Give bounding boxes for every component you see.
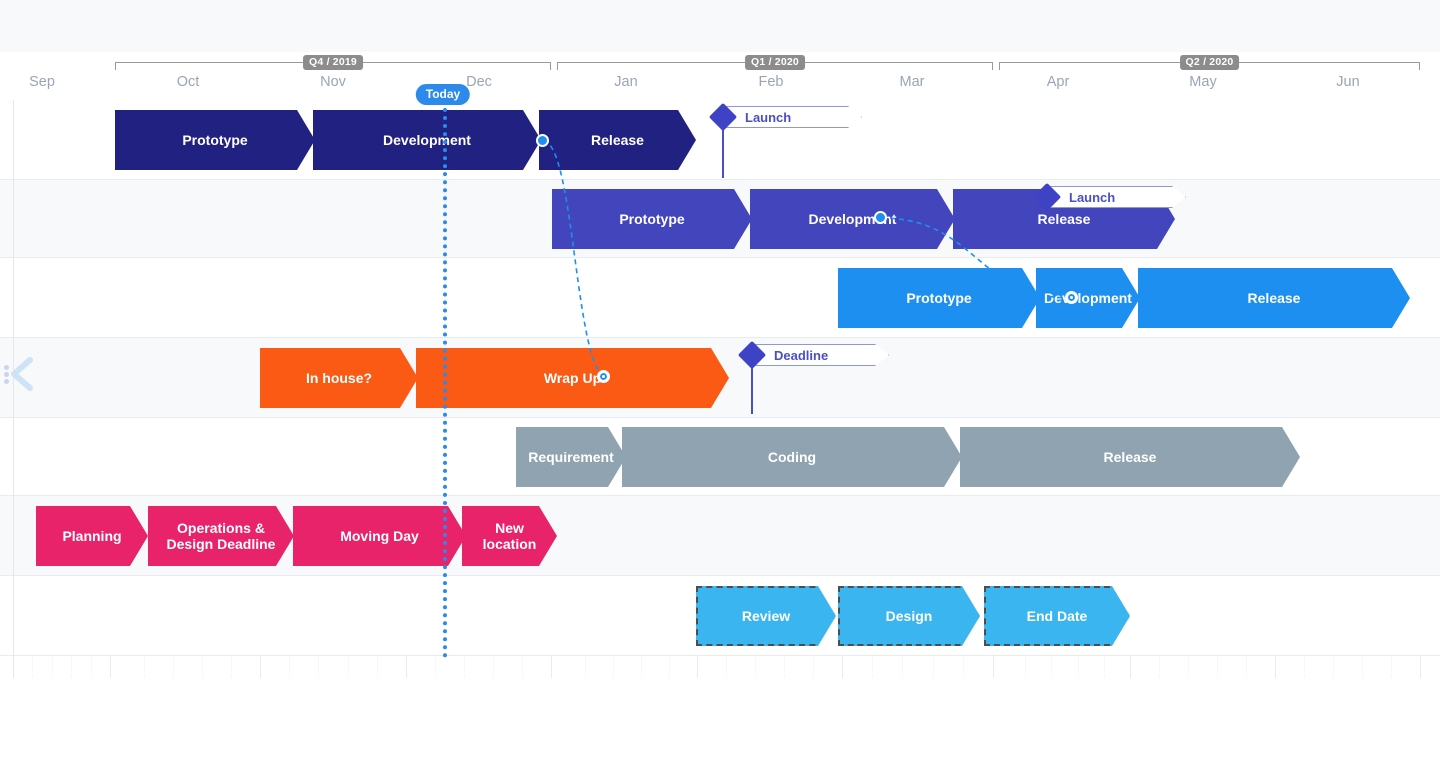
month-label-mar[interactable]: Mar — [900, 74, 925, 90]
gantt-task-bar[interactable]: Wrap Up — [416, 348, 729, 408]
month-label-may[interactable]: May — [1189, 74, 1216, 90]
milestone-flag[interactable]: Launch — [1046, 186, 1186, 208]
gantt-task-label: Wrap Up — [543, 369, 602, 386]
gantt-task-label: Prototype — [619, 210, 685, 227]
milestone-flag[interactable]: Launch — [722, 106, 862, 128]
today-marker-pill[interactable]: Today — [415, 84, 471, 105]
gantt-task-bar[interactable]: Development — [750, 189, 955, 249]
gantt-task-bar[interactable]: Prototype — [115, 110, 315, 170]
top-toolbar-strip — [0, 0, 1440, 53]
quarter-label: Q1 / 2020 — [745, 55, 805, 70]
gantt-task-bar[interactable]: Coding — [622, 427, 962, 487]
month-label-feb[interactable]: Feb — [759, 74, 784, 90]
gantt-task-label: Release — [591, 131, 644, 148]
gantt-task-label: Development — [1044, 289, 1132, 306]
drag-handle-icon[interactable] — [4, 365, 9, 384]
gantt-task-label: Operations & Design Deadline — [166, 519, 276, 552]
chevron-left-icon[interactable] — [4, 352, 38, 396]
gantt-task-label: Moving Day — [340, 527, 419, 544]
gantt-task-label: Prototype — [906, 289, 972, 306]
gantt-task-label: In house? — [305, 369, 373, 386]
month-label-apr[interactable]: Apr — [1047, 74, 1070, 90]
gantt-task-label: Release — [1247, 289, 1301, 306]
gantt-task-bar[interactable]: End Date — [984, 586, 1130, 646]
gantt-task-bar[interactable]: Release — [539, 110, 696, 170]
gantt-task-label: Development — [383, 131, 471, 148]
link-handle-dot[interactable] — [536, 134, 549, 147]
month-label-jun[interactable]: Jun — [1336, 74, 1359, 90]
gantt-task-bar[interactable]: Operations & Design Deadline — [148, 506, 294, 566]
gantt-task-label: New location — [482, 519, 537, 552]
link-handle-dot[interactable] — [597, 370, 610, 383]
gantt-chart-body: Prototype Development Release Launch Prototy… — [0, 100, 1440, 678]
month-label-nov[interactable]: Nov — [320, 74, 346, 90]
gantt-task-bar[interactable]: Moving Day — [293, 506, 466, 566]
gantt-task-label: Prototype — [182, 131, 248, 148]
gantt-task-label: Planning — [62, 527, 122, 544]
quarter-label: Q4 / 2019 — [303, 55, 363, 70]
month-label-oct[interactable]: Oct — [177, 74, 200, 90]
gantt-task-label: Review — [741, 607, 791, 624]
gantt-task-bar[interactable]: In house? — [260, 348, 418, 408]
gantt-task-label: Design — [885, 607, 933, 624]
gantt-task-bar[interactable]: Planning — [36, 506, 148, 566]
gantt-milestone[interactable]: Launch — [708, 102, 865, 184]
gantt-task-label: Requirement — [528, 448, 614, 465]
gantt-task-bar[interactable]: Requirement — [516, 427, 626, 487]
gantt-task-bar[interactable]: New location — [462, 506, 557, 566]
gantt-task-bar[interactable]: Release — [1138, 268, 1410, 328]
gantt-task-bar[interactable]: Design — [838, 586, 980, 646]
gantt-task-bar[interactable]: Prototype — [552, 189, 752, 249]
month-label-jan[interactable]: Jan — [614, 74, 637, 90]
gantt-task-bar[interactable]: Development — [1036, 268, 1140, 328]
timeline-header: Q4 / 2019 Q1 / 2020 Q2 / 2020 Sep Oct Nov Dec J… — [0, 52, 1440, 100]
gantt-task-label: Coding — [767, 448, 817, 465]
milestone-stem — [722, 126, 724, 178]
today-line — [443, 100, 447, 658]
month-label-sep[interactable]: Sep — [29, 74, 55, 90]
link-handle-dot[interactable] — [1065, 291, 1078, 304]
link-handle-dot[interactable] — [874, 211, 887, 224]
gantt-task-bar[interactable]: Release — [960, 427, 1300, 487]
gantt-task-bar[interactable]: Prototype — [838, 268, 1040, 328]
quarter-label: Q2 / 2020 — [1179, 55, 1240, 70]
gantt-task-bar[interactable]: Review — [696, 586, 836, 646]
milestone-flag[interactable]: Deadline — [751, 344, 889, 366]
gantt-chart-app: Q4 / 2019 Q1 / 2020 Q2 / 2020 Sep Oct Nov Dec J… — [0, 0, 1440, 759]
gantt-milestone[interactable]: Deadline — [737, 340, 892, 420]
gantt-milestone[interactable]: Launch — [1032, 182, 1189, 212]
month-label-dec[interactable]: Dec — [466, 74, 492, 90]
gantt-task-label: End Date — [1026, 607, 1088, 624]
gantt-task-label: Release — [1037, 210, 1091, 227]
milestone-stem — [751, 364, 753, 414]
gantt-task-bar[interactable]: Development — [313, 110, 541, 170]
gantt-task-label: Release — [1103, 448, 1157, 465]
